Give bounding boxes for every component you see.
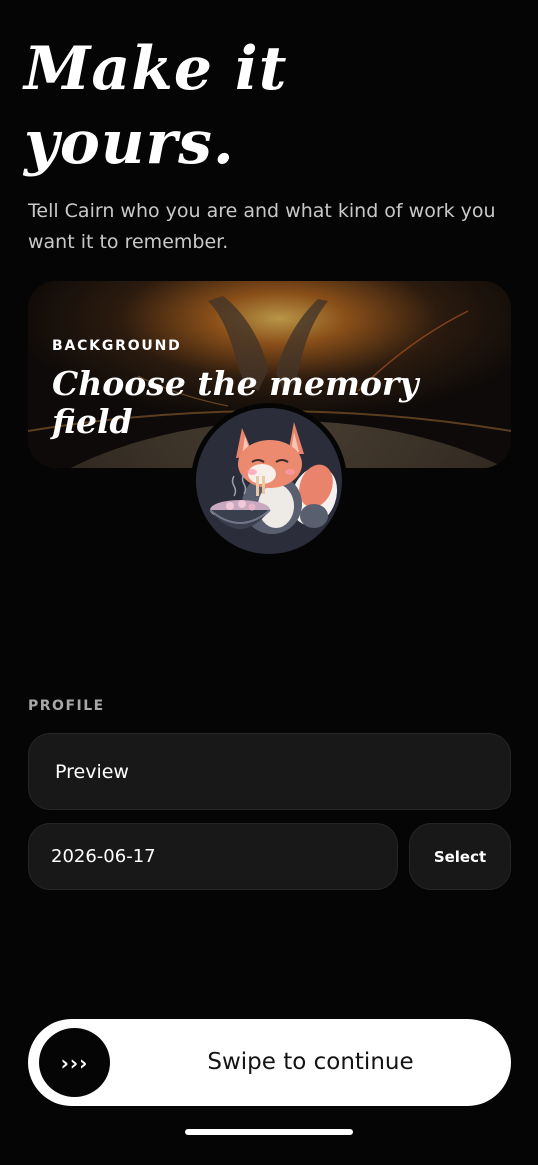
swipe-handle[interactable]: ››› [39,1028,110,1097]
chevrons-right-icon: ››› [60,1050,89,1075]
select-date-button[interactable]: Select [409,823,511,890]
profile-avatar[interactable] [191,403,347,559]
swipe-label: Swipe to continue [207,1049,414,1075]
page-subtitle: Tell Cairn who you are and what kind of … [28,200,496,253]
date-field[interactable] [28,823,398,890]
swipe-to-continue-slider[interactable]: ››› Swipe to continue [28,1019,511,1106]
fox-eating-noodles-icon [196,408,342,554]
home-indicator[interactable] [185,1129,353,1135]
profile-section-label: PROFILE [28,698,105,714]
page-title: Make it yours. [24,34,288,178]
name-field[interactable] [28,733,511,810]
background-label: BACKGROUND [52,338,182,354]
